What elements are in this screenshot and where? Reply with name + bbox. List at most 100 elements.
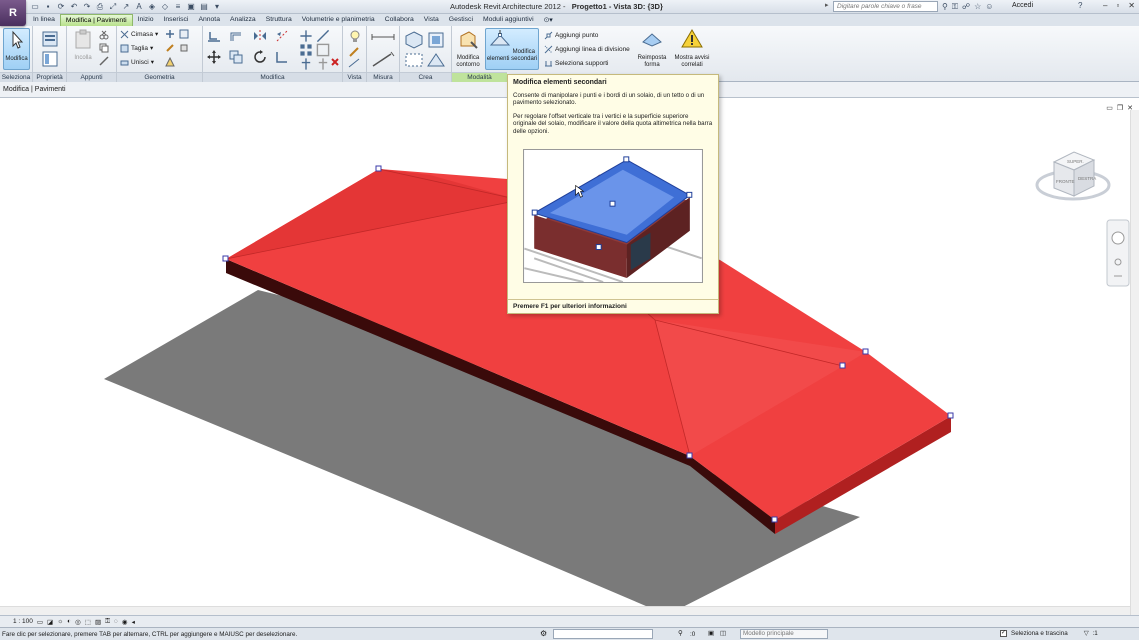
sign-in-link[interactable]: Accedi <box>1012 2 1033 9</box>
reveal-hidden-icon[interactable]: ◉ <box>122 618 128 626</box>
create-assembly-icon[interactable] <box>404 30 424 50</box>
vertex-handle[interactable] <box>947 412 954 419</box>
view-scale[interactable]: 1 : 100 <box>13 618 33 625</box>
section-icon[interactable]: ◇ <box>160 1 170 12</box>
redo-icon[interactable]: ↷ <box>82 1 92 12</box>
copy-element-icon[interactable] <box>229 50 243 64</box>
print-icon[interactable]: ⎙ <box>95 1 105 12</box>
dimension-icon[interactable]: ↗ <box>121 1 131 12</box>
worksets-icon[interactable]: ⚙ <box>540 629 547 638</box>
trim-icon[interactable] <box>299 29 313 43</box>
visual-style-icon[interactable]: ◪ <box>47 618 53 626</box>
tab-in-linea[interactable]: In linea <box>28 14 60 26</box>
trim-extend-icon[interactable] <box>275 50 289 64</box>
cut-icon[interactable] <box>99 30 109 40</box>
create-parts-icon[interactable] <box>426 30 446 50</box>
paste-button[interactable]: Incolla <box>71 28 95 62</box>
editable-only-icon[interactable]: ▣ <box>708 630 714 637</box>
rotate-icon[interactable] <box>253 50 267 64</box>
move-icon[interactable] <box>207 50 221 64</box>
mirror-axis-icon[interactable] <box>253 29 267 43</box>
viewcube[interactable]: SUPER. FRONTE DESTRA <box>1035 151 1111 201</box>
vertex-handle[interactable] <box>686 452 693 459</box>
cope-button[interactable]: Cimasa ▾ <box>120 29 158 39</box>
sun-path-icon[interactable]: ☼ <box>57 618 63 625</box>
pick-supports-button[interactable]: Seleziona supporti <box>544 58 608 68</box>
search-expand-icon[interactable]: ▸ <box>825 1 829 9</box>
tab-inizio[interactable]: Inizio <box>133 14 159 26</box>
create-similar-icon[interactable] <box>426 52 446 68</box>
design-options-icon[interactable]: ◫ <box>720 630 726 637</box>
delete-icon[interactable] <box>330 57 340 67</box>
steering-wheel-icon[interactable] <box>1111 231 1125 245</box>
show-crop-icon[interactable]: ▨ <box>95 618 101 626</box>
3d-view-icon[interactable]: ◈ <box>147 1 157 12</box>
temporary-hide-icon[interactable]: ◌ <box>114 618 118 625</box>
unpin-icon[interactable] <box>316 57 330 71</box>
favorites-icon[interactable]: ☆ <box>974 1 981 12</box>
text-icon[interactable]: A <box>134 1 144 12</box>
view-minimize-icon[interactable]: ▭ <box>1106 104 1113 112</box>
copy-icon[interactable] <box>99 43 109 53</box>
shadows-icon[interactable]: ◐ <box>67 618 71 625</box>
tab-gestisci[interactable]: Gestisci <box>444 14 478 26</box>
remove-paint-icon[interactable] <box>179 43 189 53</box>
mirror-draw-icon[interactable] <box>275 29 289 43</box>
maximize-icon[interactable]: ▫ <box>1116 1 1119 10</box>
view-restore-icon[interactable]: ❐ <box>1117 104 1123 112</box>
join-button[interactable]: Unisci ▾ <box>120 57 154 67</box>
tab-volumetrie[interactable]: Volumetrie e planimetria <box>297 14 380 26</box>
sync-icon[interactable]: ⟳ <box>56 1 66 12</box>
minimize-icon[interactable]: – <box>1103 1 1107 10</box>
measure-icon[interactable]: ⤢ <box>108 1 118 12</box>
vertical-scrollbar[interactable] <box>1130 110 1139 615</box>
wall-joins-icon[interactable] <box>165 29 175 39</box>
show-related-warnings-button[interactable]: Mostra avvisi correlati <box>672 28 712 69</box>
horizontal-scrollbar[interactable] <box>0 606 1130 615</box>
tab-inserisci[interactable]: Inserisci <box>159 14 194 26</box>
split-face-icon[interactable] <box>179 29 189 39</box>
pin-icon[interactable] <box>299 57 313 71</box>
render-icon[interactable]: ◎ <box>75 618 81 626</box>
vertex-handle[interactable] <box>375 165 382 172</box>
scale-icon[interactable] <box>316 43 330 57</box>
infocenter-search-input[interactable]: Digitare parole chiave o frase <box>833 1 938 12</box>
search-icon[interactable]: ⚲ <box>942 1 948 12</box>
lightbulb-icon[interactable] <box>348 29 362 43</box>
switch-windows-icon[interactable]: ▤ <box>199 1 209 12</box>
close-icon[interactable]: ✕ <box>1128 1 1135 10</box>
tab-collabora[interactable]: Collabora <box>380 14 419 26</box>
user-icon[interactable]: ☺ <box>985 1 993 12</box>
filter-icon[interactable]: ▽ <box>1084 630 1089 637</box>
align-icon[interactable] <box>207 29 221 43</box>
ribbon-minimize-icon[interactable]: ⊙▾ <box>539 14 558 26</box>
vertex-handle[interactable] <box>839 362 846 369</box>
vertex-handle[interactable] <box>862 348 869 355</box>
dimension-aligned-icon[interactable] <box>371 50 395 68</box>
close-hidden-icon[interactable]: ▣ <box>186 1 196 12</box>
tab-annota[interactable]: Annota <box>193 14 225 26</box>
add-split-line-button[interactable]: Aggiungi linea di divisione <box>544 44 630 54</box>
undo-icon[interactable]: ↶ <box>69 1 79 12</box>
match-properties-icon[interactable] <box>99 56 109 66</box>
paint-icon[interactable] <box>165 43 175 53</box>
linework-icon[interactable] <box>348 58 360 68</box>
customize-qat-icon[interactable]: ▾ <box>212 1 222 12</box>
tab-modifica-pavimenti[interactable]: Modifica | Pavimenti <box>59 14 133 26</box>
create-group-icon[interactable] <box>404 52 424 68</box>
offset-icon[interactable] <box>229 29 243 43</box>
array-icon[interactable] <box>299 43 313 57</box>
tab-vista[interactable]: Vista <box>419 14 444 26</box>
lock-view-icon[interactable]: ⚿ <box>105 618 110 626</box>
application-menu-button[interactable]: R <box>0 0 26 26</box>
properties-icon[interactable] <box>41 50 59 68</box>
save-icon[interactable]: ▪ <box>43 1 53 12</box>
vertex-handle[interactable] <box>771 516 778 523</box>
measure-between-icon[interactable] <box>371 32 395 42</box>
communication-icon[interactable]: ☍ <box>962 1 970 12</box>
subscription-icon[interactable]: ⚿ <box>952 1 958 12</box>
crop-view-icon[interactable]: ⬚ <box>85 618 91 626</box>
tab-struttura[interactable]: Struttura <box>261 14 297 26</box>
workset-field[interactable] <box>553 629 653 639</box>
override-graphics-icon[interactable] <box>348 44 362 58</box>
